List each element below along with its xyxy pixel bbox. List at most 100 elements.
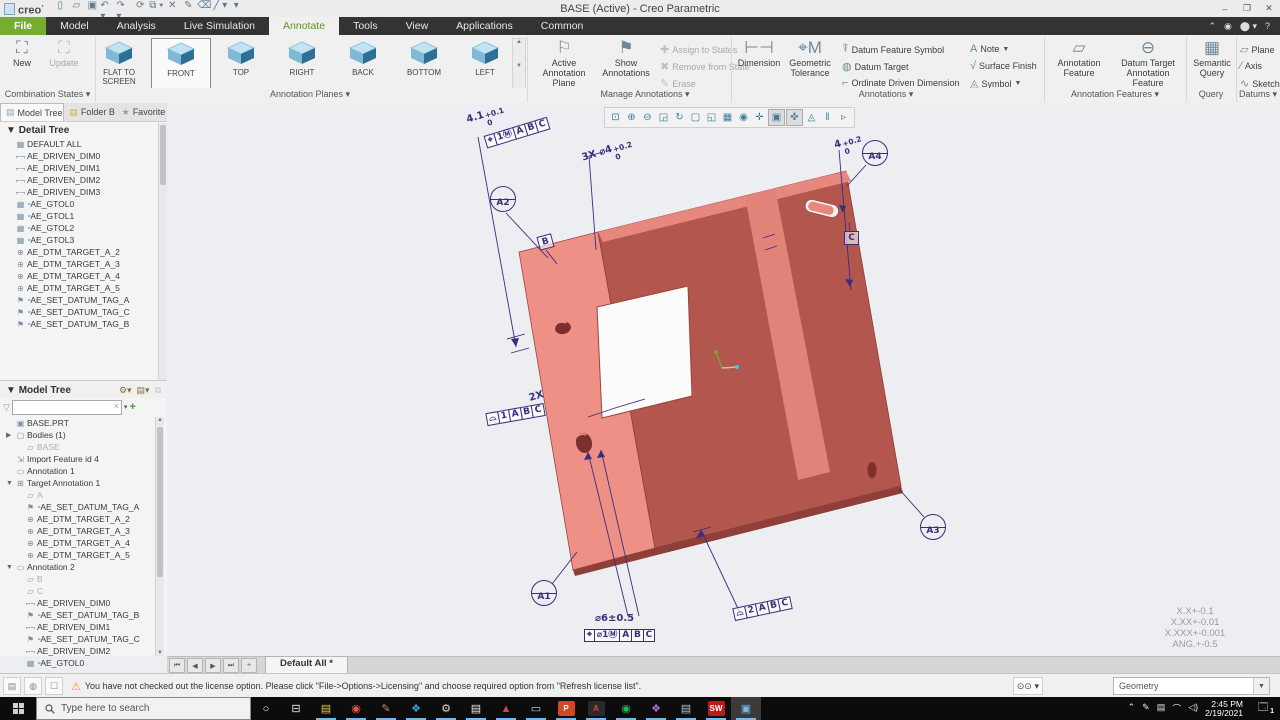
- volume-icon[interactable]: ◁): [1188, 702, 1198, 715]
- new-combination-state-button[interactable]: ⛶ New: [4, 38, 40, 68]
- panel-tab-model-tree[interactable]: ▤Model Tree: [0, 103, 64, 121]
- tree-item[interactable]: ⌐¬AE_DRIVEN_DIM3: [0, 186, 167, 198]
- tree-item[interactable]: ▦∘AE_GTOL3: [0, 234, 167, 246]
- tree-item[interactable]: ⚑∘AE_SET_DATUM_TAG_B: [0, 318, 167, 330]
- view-button-flat-to-screen[interactable]: FLAT TO SCREEN: [90, 38, 148, 88]
- model-tree-header[interactable]: ▼ Model Tree: [0, 385, 71, 396]
- pencil-icon[interactable]: ✎: [180, 0, 196, 13]
- view-button-right[interactable]: RIGHT: [273, 38, 331, 88]
- display-style-icon[interactable]: ◉: [736, 110, 751, 125]
- geometric-tolerance-button[interactable]: ⌖M Geometric Tolerance: [784, 38, 836, 78]
- record-nav-button-4[interactable]: +: [241, 658, 257, 673]
- spotify-icon[interactable]: ◉: [611, 697, 641, 720]
- tree-item[interactable]: ⊕AE_DTM_TARGET_A_4: [0, 270, 167, 282]
- tree-item[interactable]: ⌐¬AE_DRIVEN_DIM2: [0, 645, 140, 657]
- cad-app-icon[interactable]: ❖: [401, 697, 431, 720]
- datum-target-balloon-a1[interactable]: A1: [531, 580, 557, 606]
- tree-show-icon[interactable]: ▤▾: [137, 385, 150, 396]
- open-icon[interactable]: ▱: [68, 0, 84, 13]
- tree-item[interactable]: ▣BASE.PRT: [0, 417, 140, 429]
- show-annotations-button[interactable]: ⚑ Show Annotations: [598, 38, 654, 78]
- planes-scroll-buttons[interactable]: ▲▼: [512, 38, 526, 90]
- dimension-button[interactable]: ⊢⊣ Dimension: [734, 38, 784, 68]
- tree-columns-icon[interactable]: ⧉: [155, 385, 161, 396]
- datum-feature-symbol-button[interactable]: ⍒Datum Feature Symbol: [842, 43, 944, 56]
- tree-item[interactable]: ⚑∘AE_SET_DATUM_TAG_C: [0, 306, 167, 318]
- tree-item[interactable]: ⚑∘AE_SET_DATUM_TAG_A: [0, 294, 167, 306]
- tab-view[interactable]: View: [392, 17, 443, 35]
- group-combination-states[interactable]: Combination States ▾: [0, 89, 95, 100]
- group-annotation-planes[interactable]: Annotation Planes ▾: [95, 89, 525, 100]
- acrobat-icon[interactable]: A: [581, 697, 611, 720]
- tree-item[interactable]: ▦∘AE_GTOL2: [0, 222, 167, 234]
- line-style-icon[interactable]: ╱ ▾: [212, 0, 228, 13]
- tab-model[interactable]: Model: [46, 17, 103, 35]
- overflow-icon[interactable]: ▾: [228, 0, 244, 13]
- repaint-icon[interactable]: ↻: [672, 110, 687, 125]
- tree-item[interactable]: ▱A: [0, 489, 140, 501]
- tree-item[interactable]: ⌐¬AE_DRIVEN_DIM0: [0, 597, 140, 609]
- panel-tab-favorite[interactable]: ★Favorite: [117, 103, 167, 121]
- datum-target-button[interactable]: ◍Datum Target: [842, 60, 908, 73]
- select-box-icon[interactable]: ☐: [45, 677, 63, 695]
- tree-item[interactable]: ⊕AE_DTM_TARGET_A_5: [0, 282, 167, 294]
- minimize-button[interactable]: –: [1214, 1, 1236, 16]
- tree-item[interactable]: ⌐¬AE_DRIVEN_DIM2: [0, 174, 167, 186]
- view-button-back[interactable]: BACK: [334, 38, 392, 88]
- group-query[interactable]: Query: [1186, 89, 1236, 99]
- close-window-icon[interactable]: ✕: [164, 0, 180, 13]
- selection-filter-dropdown-icon[interactable]: ▼: [1253, 678, 1269, 694]
- datum-target-balloon-a4[interactable]: A4: [862, 140, 888, 166]
- tab-annotate[interactable]: Annotate: [269, 17, 339, 35]
- view-button-left[interactable]: LEFT: [456, 38, 514, 88]
- fcf-position-bottom[interactable]: ⌖⌀1ⓂABC: [585, 629, 655, 642]
- datum-display-icon[interactable]: ✛: [752, 110, 767, 125]
- graphics-area[interactable]: ⊡⊕⊖◲↻▢◱▦◉✛▣✜◬‖▹ 4.1+0.10 ⌖1ⓂABC 3X ⌀4+0.…: [167, 103, 1280, 656]
- restore-button[interactable]: ❐: [1236, 1, 1258, 16]
- tree-item[interactable]: ⊕AE_DTM_TARGET_A_3: [0, 258, 167, 270]
- tray-folder-icon[interactable]: ▤: [1157, 702, 1166, 715]
- tab-common[interactable]: Common: [527, 17, 598, 35]
- filter-dropdown-icon[interactable]: ▾: [124, 403, 128, 411]
- file-explorer-icon[interactable]: ▤: [311, 697, 341, 720]
- swirl-app-icon[interactable]: ❖: [641, 697, 671, 720]
- collapse-ribbon-icon[interactable]: ⌃: [1208, 21, 1216, 32]
- tree-item[interactable]: ▦∘AE_GTOL0: [0, 198, 167, 210]
- assign-to-states-button[interactable]: ✚Assign to States: [660, 43, 737, 56]
- document-app-icon[interactable]: ▤: [461, 697, 491, 720]
- annotation-display-icon[interactable]: ▣: [768, 109, 785, 126]
- zoom-region-icon[interactable]: ⊡: [608, 110, 623, 125]
- clear-filter-icon[interactable]: ×: [114, 401, 119, 411]
- note-button[interactable]: ANote▼: [970, 43, 1009, 55]
- tree-item[interactable]: ▦∘AE_GTOL1: [0, 210, 167, 222]
- group-annotations[interactable]: Annotations ▾: [731, 89, 1041, 100]
- annotation-feature-button[interactable]: ▱ Annotation Feature: [1048, 38, 1110, 78]
- tree-item[interactable]: ▱C: [0, 585, 140, 597]
- paint-app-icon[interactable]: ✎: [371, 697, 401, 720]
- surface-finish-button[interactable]: √Surface Finish: [970, 60, 1037, 72]
- zoom-in-icon[interactable]: ⊕: [624, 110, 639, 125]
- selection-filter[interactable]: Geometry ▼: [1113, 677, 1270, 695]
- notification-center-icon[interactable]: 🗔1: [1250, 700, 1276, 717]
- taskbar-search-input[interactable]: Type here to search: [36, 697, 251, 720]
- plane-button[interactable]: ▱Plane: [1240, 43, 1275, 56]
- save-icon[interactable]: ▣: [84, 0, 100, 13]
- tree-item[interactable]: ⊕AE_DTM_TARGET_A_4: [0, 537, 140, 549]
- active-annotation-plane-button[interactable]: ⚐ Active Annotation Plane: [530, 38, 598, 88]
- tree-toggle-icon[interactable]: ▤: [3, 677, 21, 695]
- tree-item[interactable]: ⌐¬AE_DRIVEN_DIM1: [0, 621, 140, 633]
- axis-button[interactable]: ∕Axis: [1240, 60, 1262, 72]
- tree-item[interactable]: ▶▢Bodies (1): [0, 429, 140, 441]
- solidworks-icon[interactable]: SW: [701, 697, 731, 720]
- chrome-icon[interactable]: ◉: [341, 697, 371, 720]
- zoom-out-icon[interactable]: ⊖: [640, 110, 655, 125]
- tree-item[interactable]: ⊕AE_DTM_TARGET_A_3: [0, 525, 140, 537]
- semantic-query-button[interactable]: ▦ Semantic Query: [1188, 38, 1236, 78]
- taskbar-clock[interactable]: 2:45 PM2/19/2021: [1205, 700, 1243, 718]
- close-button[interactable]: ✕: [1258, 1, 1280, 16]
- detail-tree-scrollbar[interactable]: [158, 123, 167, 380]
- tree-settings-icon[interactable]: ⚙▾: [119, 385, 132, 396]
- regenerate-icon[interactable]: ⟳: [132, 0, 148, 13]
- model-tree-scrollbar[interactable]: ▲ ▼: [155, 417, 164, 656]
- detail-tree-header[interactable]: ▼ Detail Tree: [0, 122, 167, 138]
